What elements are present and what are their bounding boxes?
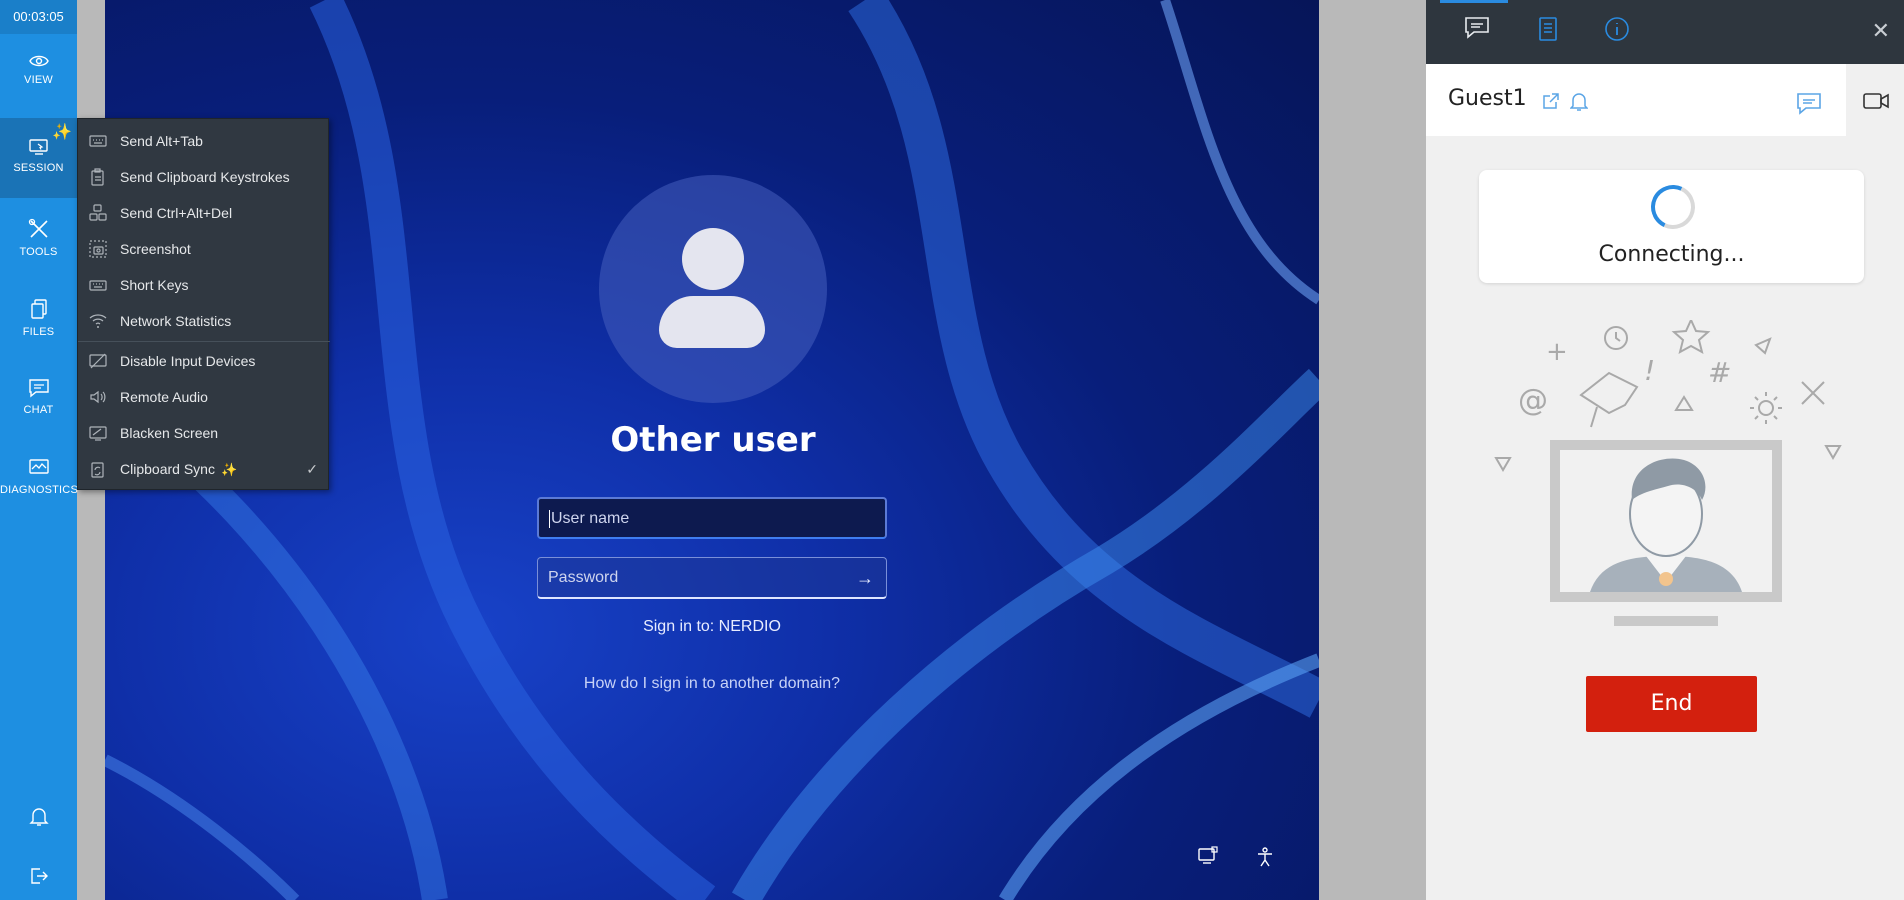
diagnostics-icon [28,459,49,474]
username-input[interactable]: User name [537,497,887,539]
sign-in-domain-text: Sign in to: NERDIO [643,618,781,635]
tools-icon [28,218,48,238]
camera-icon [89,240,107,258]
sidebar-item-view[interactable]: VIEW [0,34,77,114]
no-input-icon [89,353,107,369]
svg-text:@: @ [1518,383,1548,418]
username-placeholder: User name [551,510,630,527]
menu-item-blacken-screen[interactable]: Blacken Screen [78,415,330,451]
connection-status-text: Connecting... [1598,242,1745,267]
user-avatar-body [659,296,765,348]
sparkle-icon: ✨ [52,124,72,141]
chat-icon[interactable] [1464,16,1490,40]
check-icon: ✓ [306,461,318,477]
left-sidebar: 00:03:05 VIEW SESSION ✨ TOOLS FILES CHAT… [0,0,78,900]
sidebar-item-chat[interactable]: CHAT [0,358,77,438]
sync-icon [91,462,104,478]
menu-divider [78,341,330,342]
password-input[interactable]: Password → [537,557,887,599]
panel-toolbar: ✕ [1426,0,1904,64]
close-icon[interactable]: ✕ [1872,18,1890,44]
keyboard-icon [89,135,107,147]
menu-item-send-ctrl-alt-del[interactable]: Send Ctrl+Alt+Del [78,195,330,231]
wifi-icon [89,314,107,328]
screen-icon [89,426,107,441]
end-session-button[interactable]: End [1586,676,1757,732]
menu-item-label: Send Ctrl+Alt+Del [120,205,233,221]
right-panel: ✕ Guest1 Connecting... + @ ! # End [1426,0,1904,900]
menu-item-label: Network Statistics [120,313,232,329]
menu-item-clipboard-sync[interactable]: Clipboard Sync ✨ ✓ [78,451,330,487]
menu-item-send-clipboard-keystrokes[interactable]: Send Clipboard Keystrokes [78,159,330,195]
network-icon[interactable] [1197,846,1219,871]
menu-item-screenshot[interactable]: Screenshot [78,231,330,267]
sparkle-icon: ✨ [220,462,238,477]
svg-text:!: ! [1644,354,1655,387]
menu-item-short-keys[interactable]: Short Keys [78,267,330,303]
logout-button[interactable] [0,856,77,896]
app-window: 00:03:05 VIEW SESSION ✨ TOOLS FILES CHAT… [0,0,1904,900]
chat-icon [28,379,49,398]
session-menu: Send Alt+Tab Send Clipboard Keystrokes S… [77,118,330,490]
sidebar-item-label: FILES [22,326,55,338]
chat-icon[interactable] [1796,92,1822,116]
document-icon[interactable] [1538,16,1558,42]
menu-item-disable-input-devices[interactable]: Disable Input Devices [78,343,330,379]
menu-item-send-alt-tab[interactable]: Send Alt+Tab [78,123,330,159]
logout-icon [30,868,48,884]
sidebar-item-label: DIAGNOSTICS [0,484,78,496]
other-domain-link[interactable]: How do I sign in to another domain? [537,675,887,693]
menu-item-label: Disable Input Devices [120,353,256,369]
accessibility-icon[interactable] [1255,846,1275,873]
notifications-button[interactable] [0,796,77,836]
sidebar-item-label: SESSION [13,162,64,174]
sidebar-item-label: CHAT [23,404,54,416]
svg-text:+: + [1546,337,1568,367]
info-icon[interactable] [1604,16,1630,42]
menu-item-label: Short Keys [120,277,189,293]
sidebar-item-label: VIEW [24,74,53,86]
sidebar-item-files[interactable]: FILES [0,278,77,358]
menu-item-label: Remote Audio [120,389,208,405]
menu-item-label: Clipboard Sync [120,461,215,477]
login-user-title: Other user [610,420,816,460]
menu-item-label: Screenshot [120,241,191,257]
user-avatar-head [682,228,744,290]
active-tab-indicator [1440,0,1508,3]
external-link-icon[interactable] [1542,92,1560,110]
clipboard-icon [91,168,104,186]
menu-item-remote-audio[interactable]: Remote Audio [78,379,330,415]
speaker-icon [90,390,106,404]
bell-icon[interactable] [1570,92,1588,112]
video-toggle-area [1846,64,1904,136]
keys-icon [89,204,107,221]
sidebar-item-tools[interactable]: TOOLS [0,198,77,278]
sidebar-item-label: TOOLS [19,246,58,258]
sidebar-item-diagnostics[interactable]: DIAGNOSTICS [0,438,78,518]
connection-status-card: Connecting... [1479,170,1864,283]
password-placeholder: Password [548,569,619,586]
keyboard-icon [89,280,107,291]
guest-name: Guest1 [1448,86,1527,111]
video-camera-icon[interactable] [1862,92,1890,110]
eye-icon [28,55,49,67]
files-icon [30,299,47,319]
session-timer: 00:03:05 [0,0,77,34]
loading-spinner [1644,178,1702,236]
menu-item-label: Blacken Screen [120,425,219,441]
svg-text:#: # [1708,356,1731,389]
bell-icon [28,808,49,826]
submit-arrow-icon[interactable]: → [856,558,874,598]
waiting-illustration: + @ ! # [1494,320,1842,626]
guest-header: Guest1 [1426,64,1846,136]
menu-item-label: Send Clipboard Keystrokes [120,169,290,185]
monitor-cursor-icon [28,139,48,155]
menu-item-label: Send Alt+Tab [120,133,203,149]
menu-item-network-statistics[interactable]: Network Statistics [78,303,330,339]
